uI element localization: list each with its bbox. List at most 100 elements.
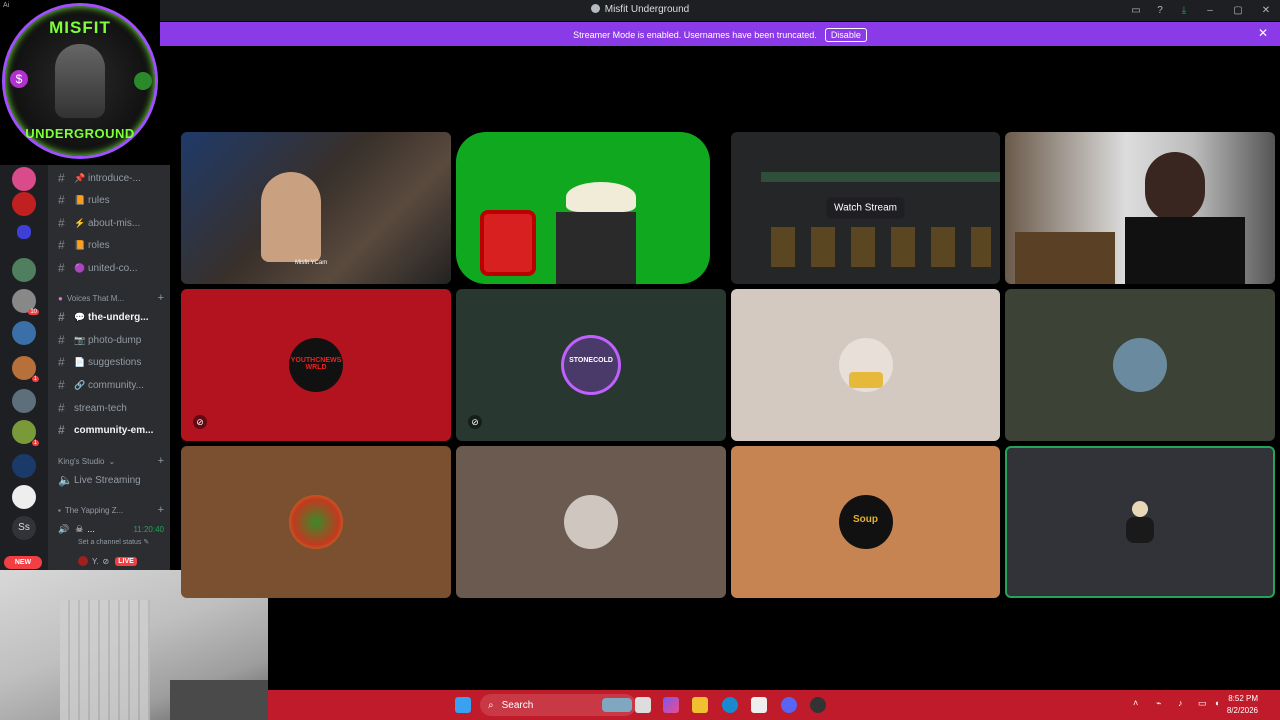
server-icon[interactable] — [12, 485, 36, 509]
video-tile[interactable] — [456, 132, 710, 284]
discord-taskbar-icon[interactable] — [781, 697, 797, 713]
help-icon[interactable]: ? — [1148, 0, 1172, 21]
hash-icon: # — [58, 193, 65, 207]
title-bar-actions: ▭ ? ⤓ – ▢ ✕ — [1124, 0, 1280, 21]
participant-tile[interactable]: Soup — [731, 446, 1000, 598]
task-view-icon[interactable] — [635, 697, 651, 713]
channel-item[interactable]: # 📙 roles — [58, 236, 170, 254]
edge-icon[interactable] — [722, 697, 738, 713]
file-explorer-icon[interactable] — [692, 697, 708, 713]
server-list: 10 1 1 Ss — [0, 165, 48, 570]
voice-user[interactable]: Y. ⊘ LIVE — [78, 556, 168, 566]
voice-channel-live-streaming[interactable]: 🔈 Live Streaming — [58, 471, 170, 489]
start-icon[interactable] — [455, 697, 471, 713]
participant-tile[interactable] — [731, 289, 1000, 441]
server-icon[interactable] — [12, 167, 36, 191]
server-icon[interactable] — [12, 321, 36, 345]
channel-item[interactable]: # 📌 introduce-... — [58, 169, 170, 187]
pencil-icon: ✎ — [143, 539, 150, 546]
store-icon[interactable] — [751, 697, 767, 713]
participant-tile[interactable] — [456, 446, 726, 598]
server-icon[interactable] — [12, 258, 36, 282]
category-header[interactable]: King's Studio ⌄ + — [58, 454, 170, 468]
inbox-icon[interactable]: ▭ — [1124, 0, 1148, 21]
hash-icon: # — [58, 378, 65, 392]
deafened-icon: ⊘ — [193, 415, 207, 429]
new-badge[interactable]: NEW — [4, 556, 42, 569]
hash-icon: # — [58, 238, 65, 252]
server-icon[interactable]: 1 — [12, 420, 39, 446]
stream-tile[interactable]: Watch Stream — [731, 132, 1000, 284]
server-icon[interactable] — [12, 389, 36, 413]
cowboy-hat — [566, 182, 636, 212]
participant-video — [1145, 152, 1205, 222]
voice-timer: 11:20:40 — [133, 524, 164, 534]
category-header[interactable]: ● Voices That M... + — [58, 291, 170, 305]
participant-tile[interactable]: STONECOLD ⊘ — [456, 289, 726, 441]
participant-video — [556, 212, 636, 284]
chevron-up-icon[interactable]: ˄ — [1133, 698, 1138, 708]
channel-item[interactable]: # 📙 rules — [58, 191, 170, 209]
taskbar-search[interactable]: ⌕ Search — [480, 694, 636, 716]
streamer-mode-banner: Streamer Mode is enabled. Usernames have… — [160, 22, 1280, 46]
voice-channel-active[interactable]: 🔊 ☠... 11:20:40 — [58, 522, 170, 536]
cam-label: Misfit YCam — [295, 260, 328, 266]
server-icon[interactable]: 1 — [12, 356, 39, 382]
close-button[interactable]: ✕ — [1252, 0, 1280, 21]
copilot-icon[interactable] — [663, 697, 679, 713]
skull-icon: ☠ — [75, 523, 84, 534]
channel-item[interactable]: # stream-tech — [58, 399, 170, 417]
add-channel-icon[interactable]: + — [158, 504, 164, 516]
raccoon-mascot-icon — [55, 44, 105, 118]
avatar — [838, 338, 893, 392]
minimize-button[interactable]: – — [1196, 0, 1224, 21]
video-tile[interactable]: Misfit YCam — [181, 132, 451, 284]
display-icon[interactable]: ▭ — [1198, 698, 1207, 709]
hash-icon: # — [58, 423, 65, 437]
close-banner-icon[interactable]: ✕ — [1258, 26, 1268, 40]
folder-icon[interactable] — [17, 225, 31, 239]
set-channel-status[interactable]: Set a channel status ✎ — [78, 538, 149, 546]
channel-item[interactable]: # ⚡ about-mis... — [58, 214, 170, 232]
participant-tile[interactable] — [1005, 289, 1275, 441]
lock-icon: ▪ — [58, 505, 61, 515]
category-header[interactable]: ▪ The Yapping Z... + — [58, 503, 170, 517]
microphone-icon[interactable]: ♪ — [1178, 698, 1183, 708]
disable-button[interactable]: Disable — [824, 28, 867, 42]
avatar — [564, 495, 618, 549]
search-icon: ⌕ — [488, 699, 494, 711]
server-initials[interactable]: Ss — [12, 516, 36, 540]
logo-line-2: UNDERGROUND — [25, 126, 135, 141]
hash-icon: # — [58, 333, 65, 347]
maximize-button[interactable]: ▢ — [1224, 0, 1252, 21]
chevron-down-icon: ⌄ — [108, 456, 116, 466]
obs-icon[interactable] — [810, 697, 826, 713]
speaker-icon: 🔊 — [58, 523, 70, 534]
video-tile[interactable] — [1005, 132, 1275, 284]
channel-item[interactable]: # 📷 photo-dump — [58, 331, 170, 349]
participant-tile[interactable] — [181, 446, 451, 598]
discord-icon — [590, 4, 600, 13]
participant-tile[interactable]: YOUTHCNEWS WRLD ⊘ — [181, 289, 451, 441]
network-icon[interactable]: ⌁ — [1156, 698, 1161, 709]
live-badge: LIVE — [115, 556, 137, 566]
volume-icon[interactable]: ◖ — [1214, 698, 1219, 708]
server-icon[interactable] — [12, 192, 36, 216]
server-icon[interactable]: 10 — [12, 289, 39, 315]
channel-item[interactable]: # 📄 suggestions — [58, 353, 170, 371]
add-channel-icon[interactable]: + — [158, 455, 164, 467]
participant-tile-speaking[interactable] — [1005, 446, 1275, 598]
furniture — [170, 680, 268, 720]
server-icon[interactable] — [12, 454, 36, 478]
hash-icon: # — [58, 355, 65, 369]
avatar: YOUTHCNEWS WRLD — [289, 338, 343, 392]
channel-item[interactable]: # 🔗 community... — [58, 376, 170, 394]
add-channel-icon[interactable]: + — [158, 292, 164, 304]
download-icon[interactable]: ⤓ — [1172, 0, 1196, 21]
easel-prop — [480, 210, 536, 276]
watch-stream-button[interactable]: Watch Stream — [826, 197, 905, 219]
clock[interactable]: 8:52 PM 8/2/2026 — [1227, 693, 1258, 717]
channel-item[interactable]: # 🟣 united-co... — [58, 259, 170, 277]
channel-item[interactable]: # community-em... — [58, 421, 170, 439]
channel-item[interactable]: # 💬 the-underg... — [58, 308, 170, 326]
